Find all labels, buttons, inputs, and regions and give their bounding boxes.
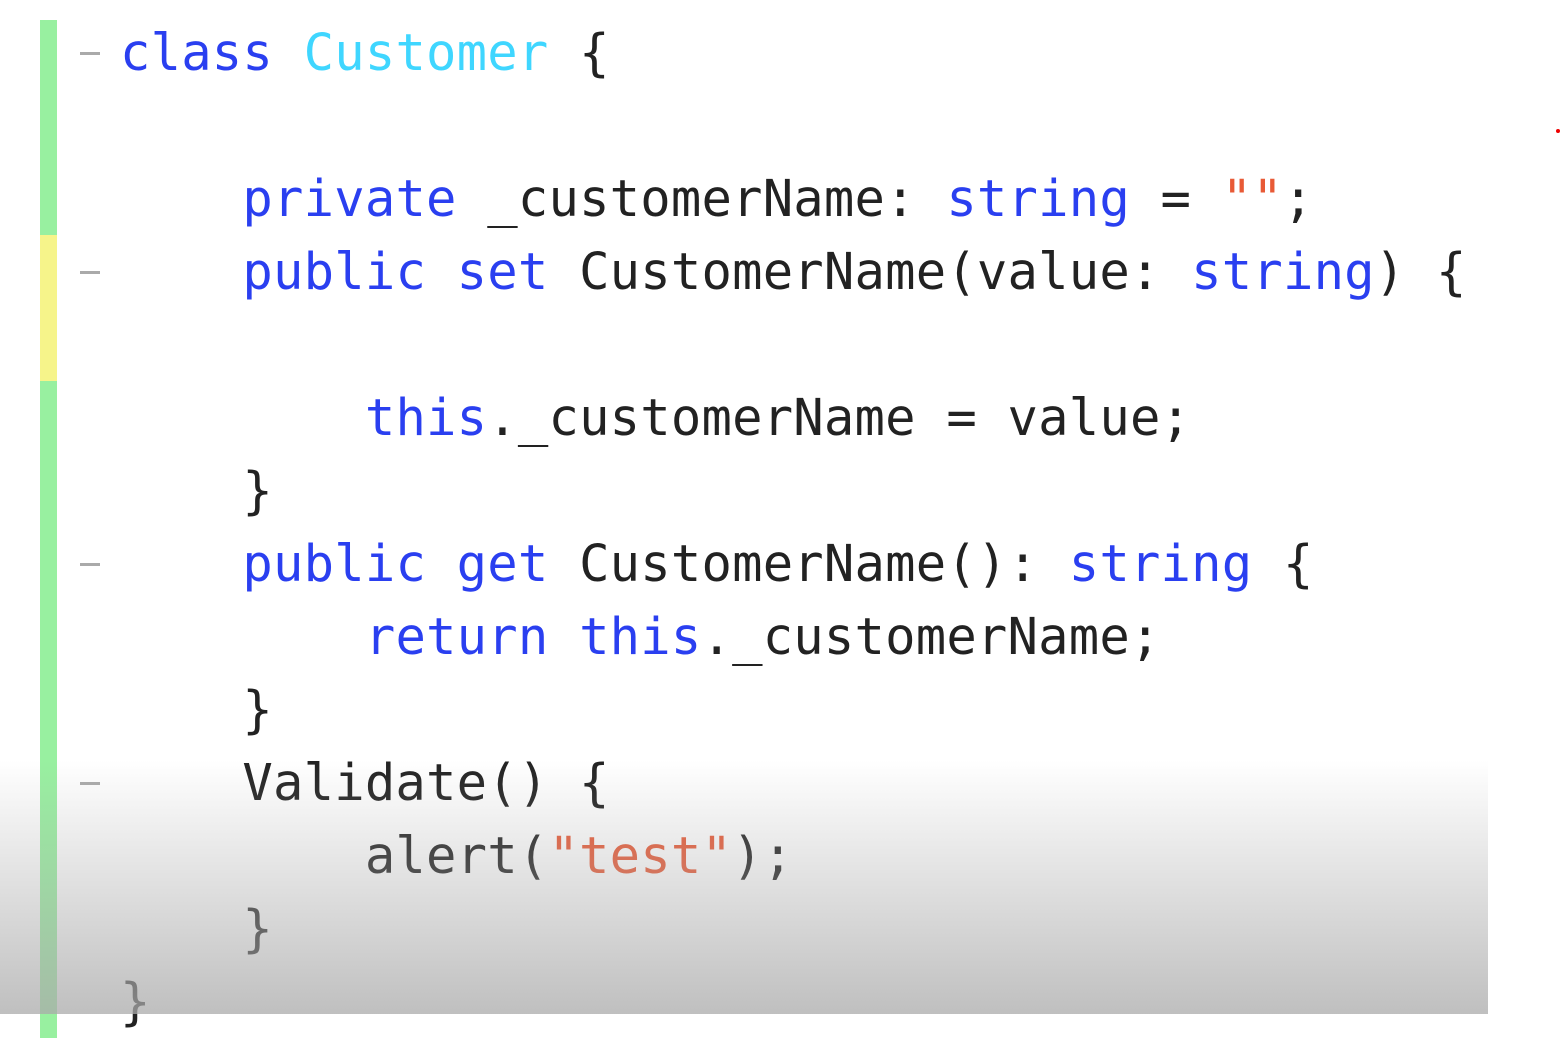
keyword-token: set [456, 242, 549, 301]
code-token: _customerName: [456, 169, 947, 228]
code-token: } [120, 680, 274, 739]
code-line[interactable]: public get CustomerName(): string { [120, 527, 1314, 600]
code-line[interactable]: public set CustomerName(value: string) { [120, 235, 1467, 308]
type-token: Customer [303, 23, 549, 82]
fold-minus-icon[interactable] [80, 52, 100, 55]
string-token: "" [1221, 169, 1283, 228]
saved-line-marker [40, 819, 57, 892]
modified-line-marker [40, 308, 57, 381]
code-line[interactable]: } [120, 892, 273, 965]
code-token: CustomerName(value: [548, 242, 1192, 301]
code-line[interactable]: class Customer { [120, 16, 610, 89]
code-line[interactable]: } [120, 673, 273, 746]
saved-line-marker [40, 673, 57, 746]
saved-line-marker [40, 892, 57, 965]
saved-line-marker [40, 965, 57, 1038]
fold-minus-icon[interactable] [80, 782, 100, 785]
code-line[interactable]: Validate() { [120, 746, 610, 819]
keyword-token: public [242, 534, 427, 593]
code-line[interactable]: } [120, 965, 151, 1038]
keyword-token: return [364, 607, 549, 666]
code-token: CustomerName(): [548, 534, 1069, 593]
code-line[interactable]: return this._customerName; [120, 600, 1161, 673]
saved-line-marker [40, 527, 57, 600]
keyword-token: this [364, 388, 488, 447]
fold-minus-icon[interactable] [80, 563, 100, 566]
code-line[interactable]: } [120, 454, 273, 527]
code-line[interactable]: this._customerName = value; [120, 381, 1191, 454]
keyword-token: string [946, 169, 1130, 228]
code-line[interactable]: alert("test"); [120, 819, 793, 892]
code-token: { [1252, 534, 1314, 593]
keyword-token: class [120, 23, 274, 82]
saved-line-marker [40, 746, 57, 819]
code-token: } [120, 461, 274, 520]
code-editor[interactable]: class Customer { private _customerName: … [0, 0, 1563, 1038]
saved-line-marker [40, 454, 57, 527]
keyword-token: string [1068, 534, 1253, 593]
code-token: ._customerName; [701, 607, 1161, 666]
code-token: } [120, 899, 274, 958]
code-token: } [120, 972, 151, 1031]
code-token: = [1129, 169, 1222, 228]
cursor-marker [1556, 129, 1560, 133]
code-token: ); [732, 826, 794, 885]
keyword-token: string [1191, 242, 1375, 301]
saved-line-marker [40, 162, 57, 235]
string-token: "test" [548, 826, 733, 885]
saved-line-marker [40, 381, 57, 454]
code-token: ._customerName = value; [487, 388, 1192, 447]
code-line[interactable]: private _customerName: string = ""; [120, 162, 1314, 235]
fold-minus-icon[interactable] [80, 271, 100, 274]
saved-line-marker [40, 20, 57, 89]
keyword-token: this [579, 607, 702, 666]
keyword-token: get [456, 534, 549, 593]
keyword-token: public [242, 242, 427, 301]
saved-line-marker [40, 600, 57, 673]
code-token: ) { [1374, 242, 1467, 301]
saved-line-marker [40, 89, 57, 162]
code-token: { [548, 23, 610, 82]
modified-line-marker [40, 235, 57, 308]
code-token: Validate() { [120, 753, 610, 812]
code-token: alert( [120, 826, 549, 885]
keyword-token: private [242, 169, 457, 228]
code-token: ; [1282, 169, 1314, 228]
